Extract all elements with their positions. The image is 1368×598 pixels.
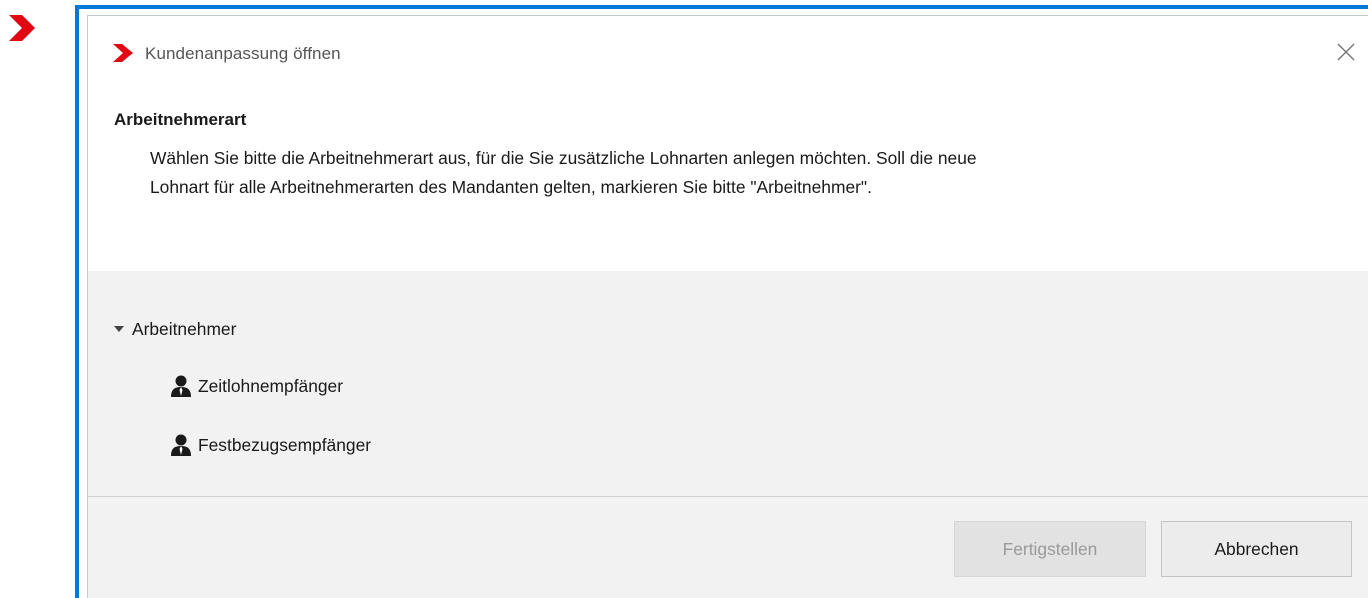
tree-node-zeitlohnempfaenger[interactable]: Zeitlohnempfänger	[170, 372, 343, 400]
section-description: Wählen Sie bitte die Arbeitnehmerart aus…	[150, 144, 1368, 202]
caret-down-icon[interactable]	[114, 326, 124, 332]
person-icon	[171, 434, 191, 456]
dialog-body: Kundenanpassung öffnen Arbeitnehmerart W…	[87, 15, 1368, 598]
tree-node-arbeitnehmer[interactable]: Arbeitnehmer	[114, 316, 236, 342]
description-line: Wählen Sie bitte die Arbeitnehmerart aus…	[150, 148, 977, 168]
dialog-titlebar: Kundenanpassung öffnen	[88, 16, 1368, 74]
description-line: Lohnart für alle Arbeitnehmerarten des M…	[150, 177, 872, 197]
dialog-footer: Fertigstellen Abbrechen	[88, 496, 1368, 598]
tree-node-festbezugsempfaenger[interactable]: Festbezugsempfänger	[170, 431, 371, 459]
section-heading: Arbeitnehmerart	[114, 110, 247, 129]
cancel-button[interactable]: Abbrechen	[1161, 521, 1352, 577]
brand-chevron-icon	[113, 44, 133, 62]
employee-type-tree: Arbeitnehmer Zeitlohnempfänger Festbezug…	[88, 271, 1368, 496]
brand-chevron-icon	[9, 15, 35, 41]
tree-node-label: Zeitlohnempfänger	[198, 375, 344, 396]
person-icon	[171, 375, 191, 397]
tree-node-label: Festbezugsempfänger	[198, 434, 372, 455]
finish-button[interactable]: Fertigstellen	[954, 521, 1146, 577]
close-icon[interactable]	[1334, 40, 1358, 64]
dialog-window: Kundenanpassung öffnen Arbeitnehmerart W…	[75, 5, 1368, 598]
tree-node-label: Arbeitnehmer	[132, 318, 237, 339]
dialog-title: Kundenanpassung öffnen	[145, 44, 341, 63]
